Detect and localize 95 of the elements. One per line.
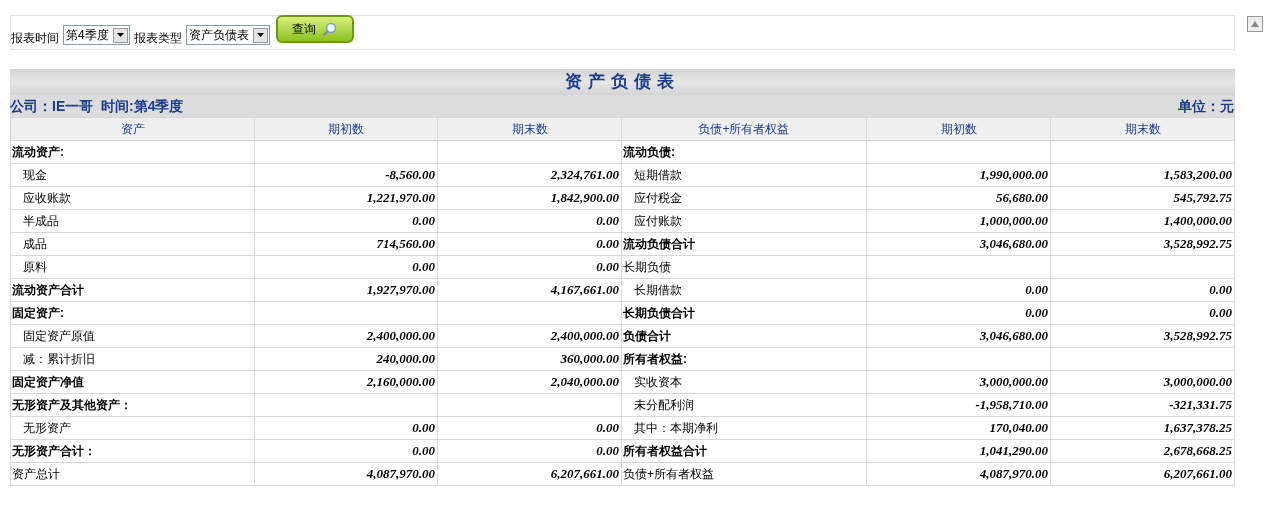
amount-cell: 3,000,000.00 xyxy=(1050,370,1235,394)
row-label: 实收资本 xyxy=(621,370,867,394)
amount-cell: 0.00 xyxy=(1050,278,1235,302)
row-label: 所有者权益: xyxy=(621,347,867,371)
amount-cell: 2,160,000.00 xyxy=(254,370,438,394)
row-label: 减：累计折旧 xyxy=(10,347,255,371)
row-label: 应付税金 xyxy=(621,186,867,210)
amount-cell: -1,958,710.00 xyxy=(866,393,1051,417)
unit-text: 单位：元 xyxy=(1178,96,1235,116)
row-label: 无形资产及其他资产： xyxy=(10,393,255,417)
amount-cell: 1,583,200.00 xyxy=(1050,163,1235,187)
amount-cell: 2,400,000.00 xyxy=(437,324,622,348)
row-label: 长期负债 xyxy=(621,255,867,279)
amount-cell: 4,167,661.00 xyxy=(437,278,622,302)
row-label: 短期借款 xyxy=(621,163,867,187)
amount-cell: 2,400,000.00 xyxy=(254,324,438,348)
amount-cell: 1,000,000.00 xyxy=(866,209,1051,233)
row-label: 无形资产 xyxy=(10,416,255,440)
amount-cell: 4,087,970.00 xyxy=(254,462,438,486)
amount-cell: 1,400,000.00 xyxy=(1050,209,1235,233)
amount-cell: 2,678,668.25 xyxy=(1050,439,1235,463)
amount-cell: 0.00 xyxy=(1050,301,1235,325)
amount-cell: 1,637,378.25 xyxy=(1050,416,1235,440)
amount-cell: 545,792.75 xyxy=(1050,186,1235,210)
row-label: 长期借款 xyxy=(621,278,867,302)
query-button[interactable]: 查询 xyxy=(275,15,354,43)
field-label: 报表类型 xyxy=(133,30,182,47)
amount-cell: 1,927,970.00 xyxy=(254,278,438,302)
row-label: 长期负债合计 xyxy=(621,301,867,325)
amount-cell: 6,207,661.00 xyxy=(437,462,622,486)
row-label: 原料 xyxy=(10,255,255,279)
company-time-text: 公司：IE一哥 时间:第4季度 xyxy=(10,96,184,116)
row-label: 流动资产合计 xyxy=(10,278,255,302)
amount-cell: 360,000.00 xyxy=(437,347,622,371)
amount-cell: -8,560.00 xyxy=(254,163,438,187)
amount-cell: 0.00 xyxy=(866,278,1051,302)
row-label: 固定资产净值 xyxy=(10,370,255,394)
amount-cell: 3,528,992.75 xyxy=(1050,324,1235,348)
amount-cell: 2,040,000.00 xyxy=(437,370,622,394)
column-header: 期初数 xyxy=(866,117,1051,141)
amount-cell: 0.00 xyxy=(437,209,622,233)
row-label: 半成品 xyxy=(10,209,255,233)
amount-cell: 1,221,970.00 xyxy=(254,186,438,210)
amount-cell: 0.00 xyxy=(437,439,622,463)
up-arrow-icon xyxy=(1251,21,1259,27)
amount-cell: 240,000.00 xyxy=(254,347,438,371)
row-label: 成品 xyxy=(10,232,255,256)
search-icon xyxy=(322,21,338,37)
amount-cell: 0.00 xyxy=(254,255,438,279)
dropdown[interactable]: 资产负债表 xyxy=(185,25,270,45)
amount-cell: 4,087,970.00 xyxy=(866,462,1051,486)
amount-cell: 1,990,000.00 xyxy=(866,163,1051,187)
column-header: 负债+所有者权益 xyxy=(621,117,867,141)
amount-cell: 0.00 xyxy=(437,232,622,256)
column-header: 期末数 xyxy=(1050,117,1235,141)
row-label: 现金 xyxy=(10,163,255,187)
report-title: 资产负债表 xyxy=(565,70,680,94)
row-label: 应付账款 xyxy=(621,209,867,233)
amount-cell: 3,000,000.00 xyxy=(866,370,1051,394)
row-label: 负债合计 xyxy=(621,324,867,348)
row-label: 负债+所有者权益 xyxy=(621,462,867,486)
amount-cell: 170,040.00 xyxy=(866,416,1051,440)
amount-cell: 0.00 xyxy=(866,301,1051,325)
column-header: 资产 xyxy=(10,117,255,141)
amount-cell: 0.00 xyxy=(254,439,438,463)
row-label: 流动资产: xyxy=(10,140,255,164)
amount-cell: 1,842,900.00 xyxy=(437,186,622,210)
row-label: 资产总计 xyxy=(10,462,255,486)
row-label: 固定资产: xyxy=(10,301,255,325)
amount-cell: 3,046,680.00 xyxy=(866,324,1051,348)
amount-cell: 6,207,661.00 xyxy=(1050,462,1235,486)
scrollbar-up-button[interactable] xyxy=(1247,16,1263,32)
column-header: 期末数 xyxy=(437,117,622,141)
row-label: 流动负债: xyxy=(621,140,867,164)
column-header: 期初数 xyxy=(254,117,438,141)
amount-cell: 3,046,680.00 xyxy=(866,232,1051,256)
amount-cell: 3,528,992.75 xyxy=(1050,232,1235,256)
row-label: 固定资产原值 xyxy=(10,324,255,348)
amount-cell: 0.00 xyxy=(254,416,438,440)
amount-cell: 0.00 xyxy=(254,209,438,233)
amount-cell: 2,324,761.00 xyxy=(437,163,622,187)
row-label: 流动负债合计 xyxy=(621,232,867,256)
amount-cell: 1,041,290.00 xyxy=(866,439,1051,463)
row-label: 无形资产合计： xyxy=(10,439,255,463)
row-label: 所有者权益合计 xyxy=(621,439,867,463)
amount-cell: 0.00 xyxy=(437,255,622,279)
amount-cell: 56,680.00 xyxy=(866,186,1051,210)
row-label: 其中：本期净利 xyxy=(621,416,867,440)
amount-cell: 0.00 xyxy=(437,416,622,440)
dropdown[interactable]: 第4季度 xyxy=(63,25,130,45)
row-label: 未分配利润 xyxy=(621,393,867,417)
row-label: 应收账款 xyxy=(10,186,255,210)
amount-cell: -321,331.75 xyxy=(1050,393,1235,417)
field-label: 报表时间 xyxy=(11,30,59,47)
amount-cell: 714,560.00 xyxy=(254,232,438,256)
